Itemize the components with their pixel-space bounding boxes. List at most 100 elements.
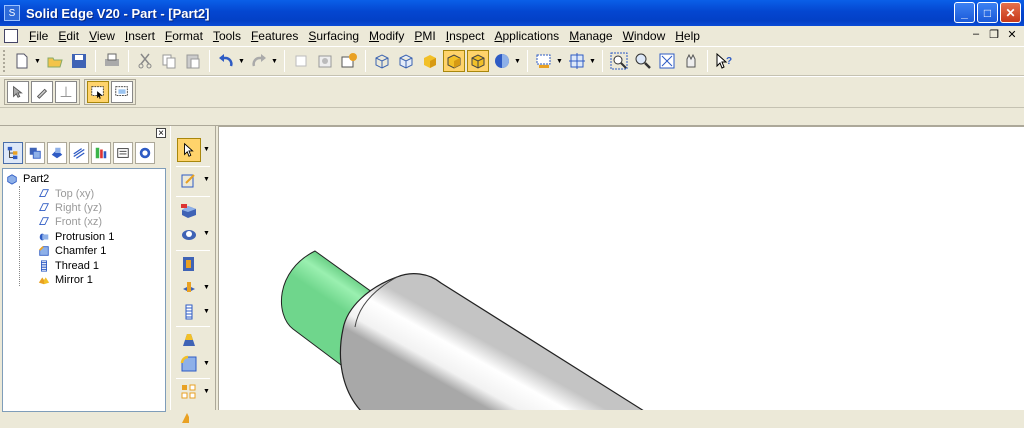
copy-model-icon[interactable]	[290, 50, 312, 72]
toolbar-grip[interactable]	[3, 50, 6, 72]
undo-icon[interactable]	[215, 50, 237, 72]
draft-icon[interactable]	[177, 328, 201, 352]
undo-dropdown-icon[interactable]: ▼	[238, 58, 245, 65]
whats-this-icon[interactable]: ?	[713, 50, 735, 72]
doc-restore-button[interactable]: ❐	[988, 28, 1000, 41]
doc-close-button[interactable]: ✕	[1006, 28, 1018, 41]
tree-item-thread[interactable]: Thread 1	[5, 258, 163, 272]
pattern-icon[interactable]	[177, 380, 201, 404]
shaded-visible-icon[interactable]	[467, 50, 489, 72]
close-button[interactable]: ✕	[1000, 2, 1021, 23]
round-icon[interactable]	[177, 352, 201, 376]
quick-pick-icon[interactable]	[87, 81, 109, 103]
close-pane-icon[interactable]: ×	[156, 128, 166, 139]
dynamic-edit-icon[interactable]	[55, 81, 77, 103]
sensors-icon[interactable]	[91, 142, 111, 164]
edit-tool-icon[interactable]	[31, 81, 53, 103]
save-icon[interactable]	[68, 50, 90, 72]
shaded-icon[interactable]	[443, 50, 465, 72]
menu-features[interactable]: Features	[246, 27, 303, 45]
solid-edge-app-icon[interactable]: S	[4, 5, 20, 21]
tree-item-right-plane[interactable]: Right (yz)	[5, 201, 163, 215]
redo-dropdown-icon[interactable]: ▼	[271, 58, 278, 65]
render-icon[interactable]	[338, 50, 360, 72]
tree-item-top-plane[interactable]: Top (xy)	[5, 186, 163, 200]
zoom-area-icon[interactable]	[608, 50, 630, 72]
maximize-button[interactable]: □	[977, 2, 998, 23]
hole-dropdown-icon[interactable]: ▼	[203, 284, 210, 291]
menu-manage[interactable]: Manage	[564, 27, 617, 45]
view-orient-dropdown-icon[interactable]: ▼	[514, 58, 521, 65]
menu-insert[interactable]: Insert	[120, 27, 160, 45]
select-tool-icon[interactable]	[7, 81, 29, 103]
select-arrow-dropdown-icon[interactable]: ▼	[203, 146, 210, 153]
view-orient-icon[interactable]	[491, 50, 513, 72]
inside-fence-icon[interactable]	[111, 81, 133, 103]
minimize-button[interactable]: _	[954, 2, 975, 23]
menu-edit[interactable]: Edit	[53, 27, 84, 45]
tree-item-mirror[interactable]: Mirror 1	[5, 273, 163, 287]
cutout-icon[interactable]	[177, 252, 201, 276]
pattern-dropdown-icon[interactable]: ▼	[203, 388, 210, 395]
menu-modify[interactable]: Modify	[364, 27, 409, 45]
hole-icon[interactable]	[177, 276, 201, 300]
graphics-viewport[interactable]	[218, 126, 1024, 410]
menu-inspect[interactable]: Inspect	[441, 27, 490, 45]
revolved-dropdown-icon[interactable]: ▼	[203, 230, 210, 237]
menu-view[interactable]: View	[84, 27, 120, 45]
feature-library-icon[interactable]	[47, 142, 67, 164]
edgebar-tree-icon[interactable]	[3, 142, 23, 164]
menu-applications[interactable]: Applications	[489, 27, 564, 45]
menu-tools[interactable]: Tools	[208, 27, 246, 45]
menu-window[interactable]: Window	[618, 27, 671, 45]
document-controls: – ❐ ✕	[970, 28, 1018, 41]
tree-root-label: Part2	[23, 173, 50, 186]
menu-pmi[interactable]: PMI	[409, 27, 440, 45]
layers-icon[interactable]	[25, 142, 45, 164]
tree-item-protrusion[interactable]: Protrusion 1	[5, 230, 163, 244]
zoom-icon[interactable]	[632, 50, 654, 72]
paste-icon[interactable]	[182, 50, 204, 72]
fit-icon[interactable]	[566, 50, 588, 72]
tree-item-chamfer[interactable]: Chamfer 1	[5, 244, 163, 258]
menu-format[interactable]: Format	[160, 27, 208, 45]
tree-item-front-plane[interactable]: Front (xz)	[5, 215, 163, 229]
protrusion-tool-icon[interactable]	[177, 198, 201, 222]
plane-icon	[37, 216, 51, 228]
fit-all-icon[interactable]	[656, 50, 678, 72]
print-icon[interactable]	[101, 50, 123, 72]
edgebar-pane: × Part2 Top (xy) Right (yz) Front (xz) P…	[0, 126, 168, 412]
thread-dropdown-icon[interactable]: ▼	[203, 308, 210, 315]
open-icon[interactable]	[44, 50, 66, 72]
thread-tool-icon[interactable]	[177, 300, 201, 324]
menu-help[interactable]: Help	[670, 27, 705, 45]
family-icon[interactable]	[69, 142, 89, 164]
pan-icon[interactable]	[680, 50, 702, 72]
round-dropdown-icon[interactable]: ▼	[203, 360, 210, 367]
cut-icon[interactable]	[134, 50, 156, 72]
shaded-box-icon[interactable]	[419, 50, 441, 72]
parts-icon[interactable]	[135, 142, 155, 164]
redo-icon[interactable]	[248, 50, 270, 72]
fit-dropdown-icon[interactable]: ▼	[589, 58, 596, 65]
part-icon	[5, 173, 19, 185]
visible-edges-icon[interactable]	[395, 50, 417, 72]
sketch-icon[interactable]	[177, 168, 201, 192]
document-icon[interactable]	[4, 29, 18, 43]
selection-manager-icon[interactable]	[113, 142, 133, 164]
tree-root[interactable]: Part2	[5, 172, 163, 186]
new-icon[interactable]	[11, 50, 33, 72]
sketch-dropdown-icon[interactable]: ▼	[203, 176, 210, 183]
revolved-protrusion-icon[interactable]	[177, 222, 201, 246]
select-dropdown-icon[interactable]: ▼	[556, 58, 563, 65]
properties-icon[interactable]	[314, 50, 336, 72]
select-arrow-icon[interactable]	[177, 138, 201, 162]
menu-surfacing[interactable]: Surfacing	[303, 27, 364, 45]
copy-icon[interactable]	[158, 50, 180, 72]
mirror-tool-icon[interactable]	[177, 404, 201, 428]
menu-file[interactable]: File	[24, 27, 53, 45]
new-dropdown-icon[interactable]: ▼	[34, 58, 41, 65]
doc-minimize-button[interactable]: –	[970, 28, 982, 41]
wireframe-icon[interactable]	[371, 50, 393, 72]
select-icon[interactable]	[533, 50, 555, 72]
